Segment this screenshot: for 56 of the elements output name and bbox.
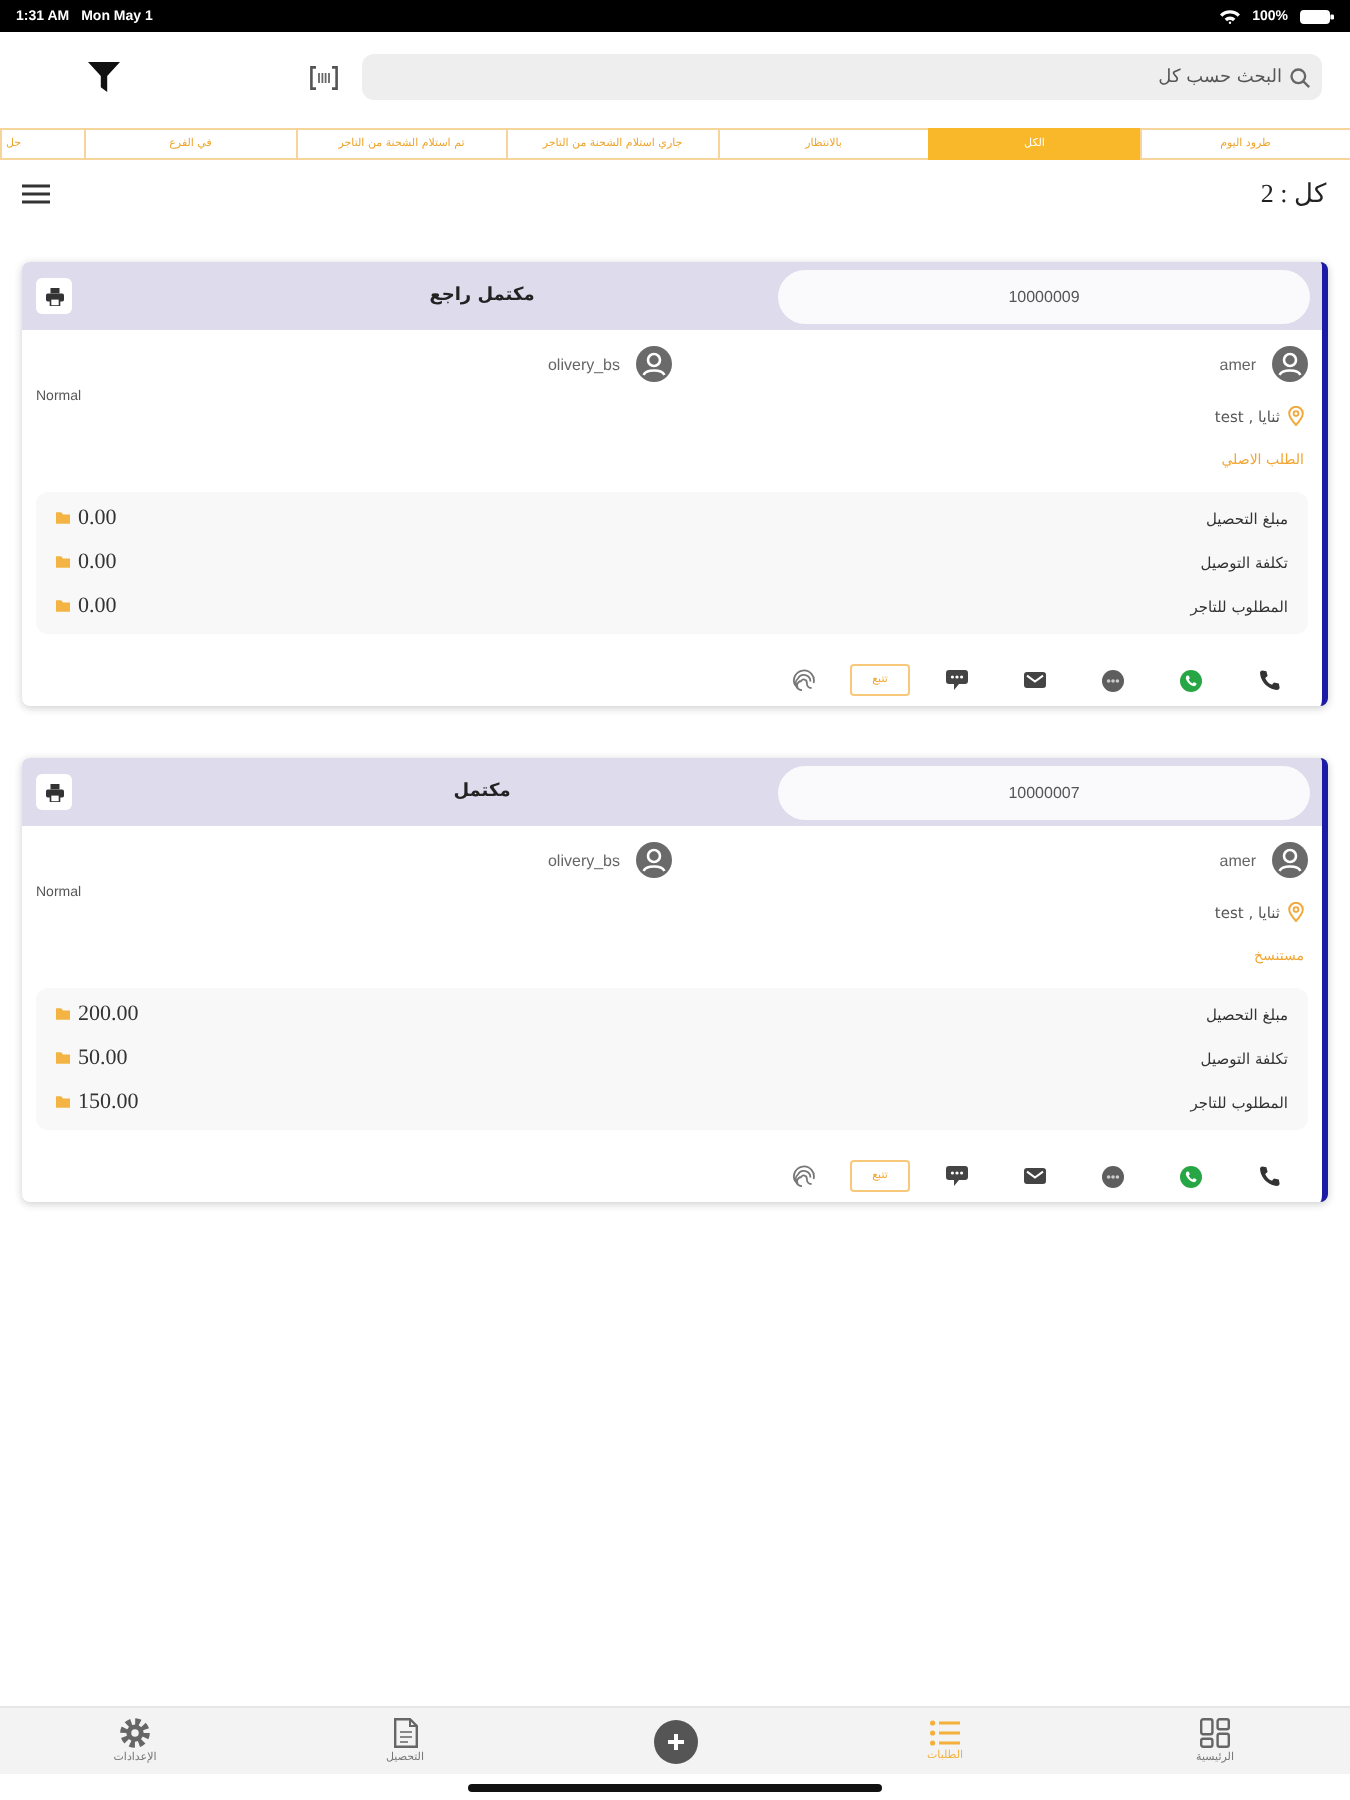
whatsapp-icon[interactable]	[1180, 669, 1202, 691]
order-count: كل : 2	[1260, 178, 1326, 210]
chat-bubble-icon[interactable]	[946, 1166, 968, 1186]
document-icon	[393, 1718, 417, 1748]
gear-icon	[120, 1718, 150, 1748]
location-pin-icon	[1288, 902, 1304, 922]
printer-icon	[45, 783, 63, 801]
wifi-icon	[1220, 9, 1241, 23]
order-status: مكتمل راجع	[427, 286, 537, 306]
person-avatar-icon	[1272, 842, 1308, 878]
folder-icon	[56, 1096, 70, 1108]
folder-icon	[56, 1008, 70, 1020]
location-pin-icon	[1288, 406, 1304, 426]
customer-name: amer	[1219, 851, 1256, 869]
menu-icon[interactable]	[22, 184, 50, 204]
envelope-icon[interactable]	[1024, 672, 1046, 688]
amount-value: 50.00	[78, 1046, 128, 1070]
order-number: 10000007	[778, 765, 1310, 819]
customer-name: amer	[1219, 355, 1256, 373]
envelope-icon[interactable]	[1024, 1168, 1046, 1184]
order-status: مكتمل	[451, 782, 513, 802]
folder-icon	[56, 556, 70, 568]
print-button[interactable]	[36, 774, 72, 810]
chat-bubble-icon[interactable]	[946, 670, 968, 690]
battery-icon	[1300, 9, 1334, 23]
whatsapp-icon[interactable]	[1180, 1165, 1202, 1187]
folder-icon	[56, 600, 70, 612]
person-avatar-icon	[636, 346, 672, 382]
folder-icon	[56, 1052, 70, 1064]
phone-icon[interactable]	[1259, 1166, 1279, 1186]
amount-value: 0.00	[78, 550, 117, 574]
amount-value: 0.00	[78, 506, 117, 530]
grid-icon	[1200, 1718, 1230, 1748]
fingerprint-icon[interactable]	[791, 668, 815, 692]
driver-name: olivery_bs	[547, 851, 620, 869]
fingerprint-icon[interactable]	[791, 1164, 815, 1188]
search-icon	[1290, 67, 1310, 87]
driver-name: olivery_bs	[547, 355, 620, 373]
amount-value: 0.00	[78, 594, 117, 618]
dots-circle-icon[interactable]	[1102, 669, 1124, 691]
list-icon	[930, 1720, 960, 1746]
order-number: 10000009	[778, 269, 1310, 323]
amount-value: 200.00	[78, 1002, 139, 1026]
dots-circle-icon[interactable]	[1102, 1165, 1124, 1187]
filter-icon[interactable]	[88, 62, 120, 92]
person-avatar-icon	[636, 842, 672, 878]
search-field[interactable]: البحث حسب كل	[362, 54, 1322, 100]
printer-icon	[45, 287, 63, 305]
scanner-icon[interactable]	[310, 65, 338, 89]
amount-value: 150.00	[78, 1090, 139, 1114]
phone-icon[interactable]	[1259, 670, 1279, 690]
plus-icon	[667, 1733, 683, 1749]
folder-icon	[56, 512, 70, 524]
print-button[interactable]	[36, 278, 72, 314]
add-button[interactable]	[653, 1719, 697, 1763]
person-avatar-icon	[1272, 346, 1308, 382]
